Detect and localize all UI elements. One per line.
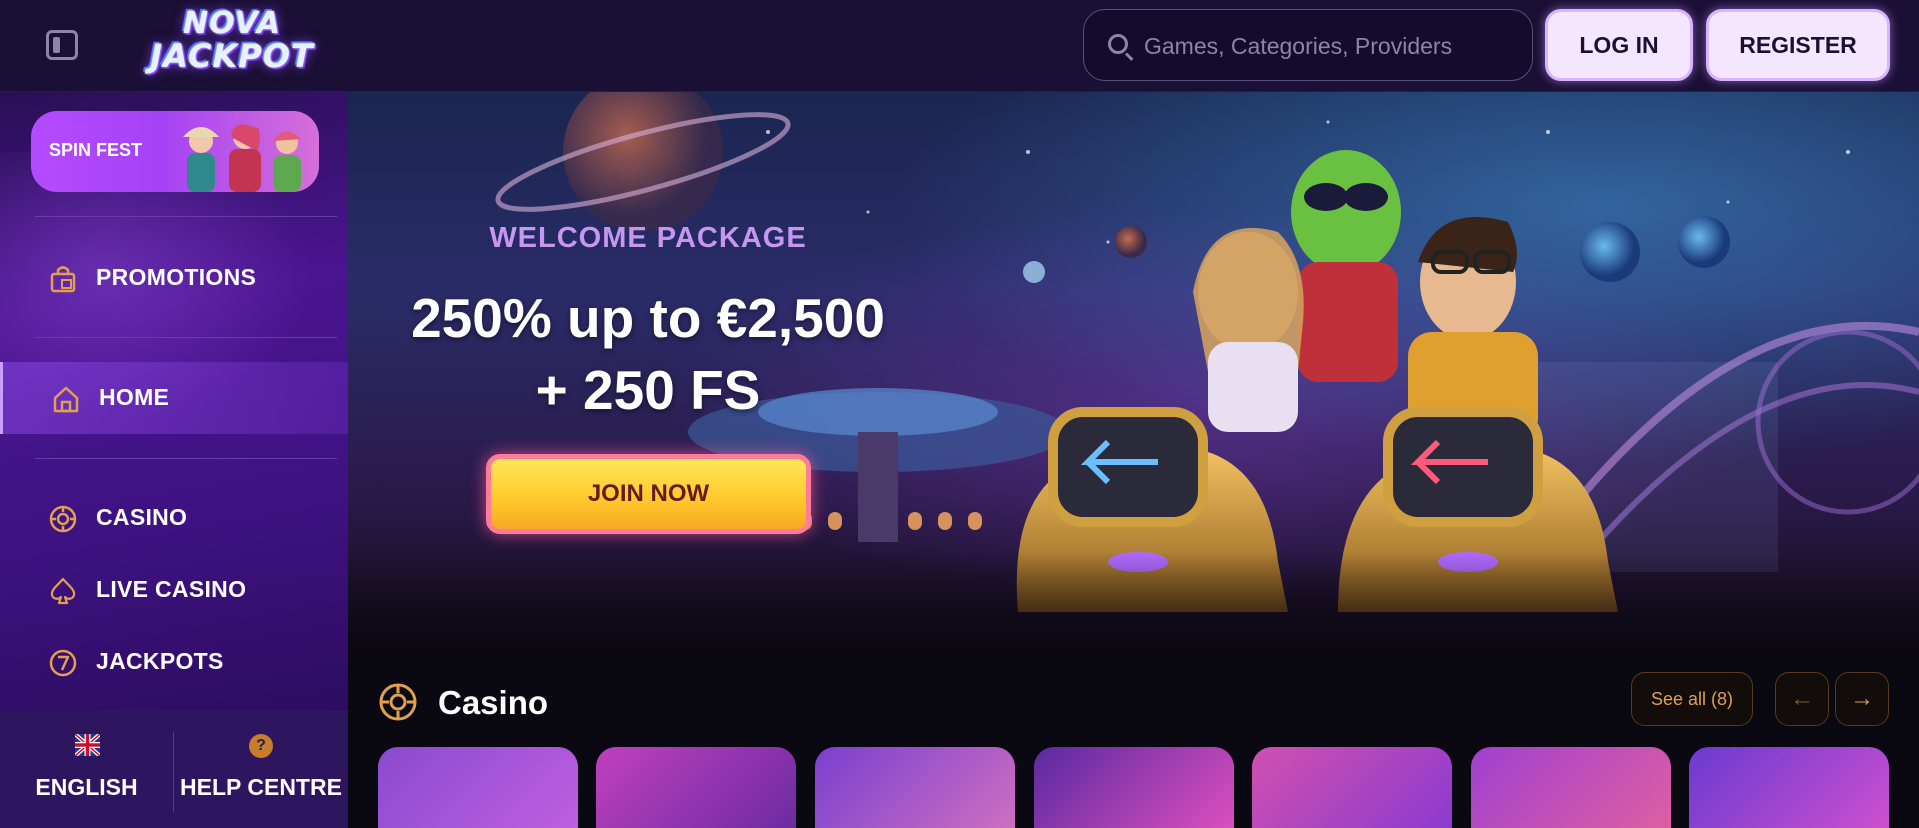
sidebar-divider — [35, 216, 337, 217]
language-label: ENGLISH — [35, 774, 138, 800]
help-centre-label: HELP CENTRE — [180, 774, 342, 800]
help-centre-link[interactable]: ? HELP CENTRE — [174, 710, 348, 828]
sidebar-item-jackpots[interactable]: JACKPOTS — [0, 626, 348, 698]
gift-bag-icon — [50, 266, 76, 293]
join-now-button[interactable]: JOIN NOW — [486, 454, 811, 534]
game-card[interactable] — [1034, 747, 1234, 828]
sidebar-item-label: PROMOTIONS — [96, 264, 257, 290]
sidebar-item-label: LIVE CASINO — [96, 576, 247, 602]
language-selector[interactable]: ENGLISH — [0, 710, 173, 828]
chip-icon — [49, 505, 77, 533]
logo-line-1: NOVA — [183, 6, 281, 41]
sidebar-item-promotions[interactable]: PROMOTIONS — [0, 242, 348, 314]
sidebar-item-label: JACKPOTS — [96, 648, 224, 674]
arrow-left-icon: ← — [1790, 685, 1814, 712]
home-icon — [53, 386, 79, 413]
hero-eyebrow: WELCOME PACKAGE — [489, 222, 807, 254]
hero-title-line-2: + 250 FS — [535, 359, 761, 421]
login-button[interactable]: LOG IN — [1545, 9, 1693, 81]
seven-icon — [49, 649, 77, 677]
search-input[interactable] — [1144, 28, 1514, 64]
search-box[interactable] — [1083, 9, 1533, 81]
sidebar-item-casino[interactable]: CASINO — [0, 482, 348, 554]
logo[interactable]: NOVA JACKPOT — [128, 8, 336, 78]
spin-fest-characters-illustration — [183, 124, 301, 192]
spin-fest-banner[interactable]: SPIN FEST — [31, 111, 319, 192]
game-card[interactable] — [1471, 747, 1671, 828]
sidebar-item-home[interactable]: HOME — [0, 362, 348, 434]
game-card[interactable] — [1252, 747, 1452, 828]
hero-title: 250% up to €2,500 + 250 FS — [348, 282, 948, 426]
chip-icon — [379, 683, 417, 721]
hero-banner[interactable]: WELCOME PACKAGE 250% up to €2,500 + 250 … — [348, 92, 1919, 662]
game-card[interactable] — [1689, 747, 1889, 828]
question-icon: ? — [249, 734, 273, 758]
sidebar-toggle-icon[interactable] — [46, 30, 78, 60]
hero-title-line-1: 250% up to €2,500 — [411, 287, 885, 349]
top-header: NOVA JACKPOT LOG IN REGISTER — [0, 0, 1919, 92]
game-card[interactable] — [815, 747, 1015, 828]
spin-fest-label: SPIN FEST — [49, 140, 143, 160]
carousel-prev-button[interactable]: ← — [1775, 672, 1829, 726]
sidebar-divider — [35, 458, 337, 459]
sidebar-item-label: CASINO — [96, 504, 188, 530]
uk-flag-icon — [75, 734, 100, 756]
game-card[interactable] — [596, 747, 796, 828]
arrow-right-icon: → — [1850, 685, 1874, 712]
see-all-button[interactable]: See all (8) — [1631, 672, 1753, 726]
casino-game-carousel — [378, 747, 1919, 828]
logo-line-2: JACKPOT — [150, 37, 314, 75]
game-card[interactable] — [378, 747, 578, 828]
carousel-next-button[interactable]: → — [1835, 672, 1889, 726]
sidebar: SPIN FEST PROMOTIONS HOME CASINO LIVE CA… — [0, 92, 348, 710]
sidebar-divider — [35, 337, 337, 338]
register-button[interactable]: REGISTER — [1706, 9, 1890, 81]
sidebar-item-live-casino[interactable]: LIVE CASINO — [0, 554, 348, 626]
main-content: WELCOME PACKAGE 250% up to €2,500 + 250 … — [348, 92, 1919, 828]
sidebar-footer: ENGLISH ? HELP CENTRE — [0, 710, 348, 828]
section-title: Casino — [438, 684, 549, 721]
hero-bottom-fade — [348, 552, 1919, 662]
search-icon — [1108, 34, 1128, 54]
sidebar-item-label: HOME — [99, 384, 170, 410]
spade-icon — [50, 577, 76, 605]
